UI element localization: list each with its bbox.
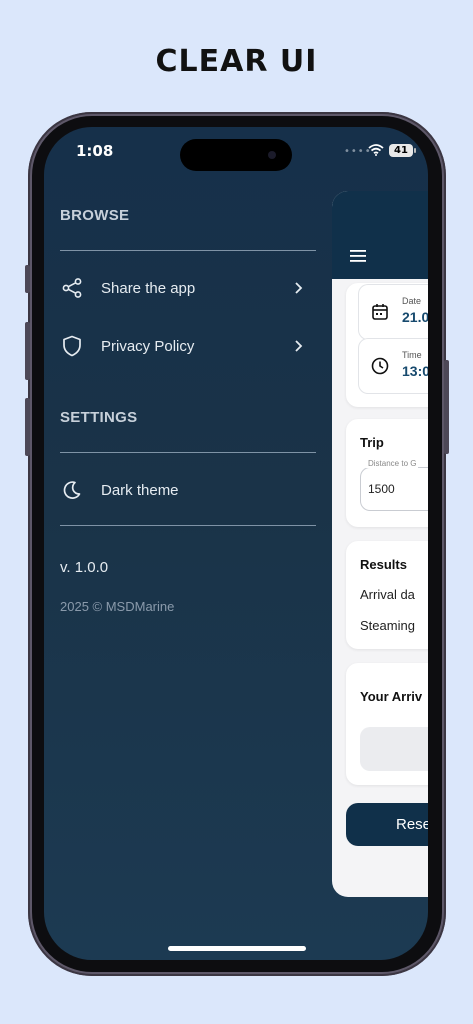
chevron-right-icon [294, 281, 308, 295]
front-camera [268, 151, 276, 159]
footer-divider [60, 525, 316, 526]
time-value: 13:0 [402, 363, 428, 379]
steaming-label: Steaming [360, 618, 415, 633]
results-title: Results [360, 557, 407, 572]
battery-icon: 41 [389, 144, 413, 157]
distance-value: 1500 [368, 482, 395, 496]
browse-section-title: BROWSE [60, 207, 130, 224]
arrival-date-label: Arrival da [360, 587, 415, 602]
reset-button[interactable]: Rese [346, 803, 428, 846]
wifi-icon [368, 141, 384, 160]
your-arrival-title: Your Arriv [360, 689, 423, 704]
time-field[interactable]: Time 13:0 [358, 338, 428, 394]
settings-divider [60, 452, 316, 453]
date-field[interactable]: Date 21.0 [358, 284, 428, 340]
dynamic-island [180, 139, 292, 171]
arrival-display-box [360, 727, 428, 771]
phone-screen: Date 21.0 Time 13:0 Trip Distance to G 1… [44, 127, 428, 960]
privacy-policy-label: Privacy Policy [101, 337, 195, 355]
phone-volume-up [25, 322, 30, 380]
app-version: v. 1.0.0 [60, 559, 109, 576]
phone-power-button [444, 360, 449, 454]
date-label: Date [402, 296, 422, 306]
menu-icon[interactable] [350, 247, 366, 266]
chevron-right-icon [294, 339, 308, 353]
shield-icon [58, 334, 86, 358]
phone-volume-down [25, 398, 30, 456]
moon-icon [58, 478, 86, 502]
home-indicator[interactable] [168, 946, 306, 951]
dark-theme-item[interactable]: Dark theme [58, 472, 308, 508]
app-header [332, 191, 428, 279]
distance-label: Distance to G [366, 459, 419, 468]
share-app-label: Share the app [101, 279, 196, 297]
calendar-icon [371, 303, 389, 325]
status-bar: 1:08 •••• 41 [44, 127, 428, 177]
time-label: Time [402, 350, 422, 360]
date-value: 21.0 [402, 309, 428, 325]
battery-tip [414, 148, 416, 153]
clock-icon [371, 357, 389, 379]
copyright-text: 2025 © MSDMarine [60, 599, 175, 614]
share-icon [58, 276, 86, 300]
trip-title: Trip [360, 435, 384, 450]
phone-action-button [25, 265, 30, 293]
share-app-item[interactable]: Share the app [58, 270, 308, 306]
main-app-panel: Date 21.0 Time 13:0 Trip Distance to G 1… [332, 191, 428, 897]
settings-section-title: SETTINGS [60, 409, 138, 426]
dark-theme-label: Dark theme [101, 481, 179, 499]
status-time: 1:08 [76, 142, 114, 160]
browse-divider [60, 250, 316, 251]
privacy-policy-item[interactable]: Privacy Policy [58, 328, 308, 364]
headline: CLEAR UI [155, 44, 318, 79]
